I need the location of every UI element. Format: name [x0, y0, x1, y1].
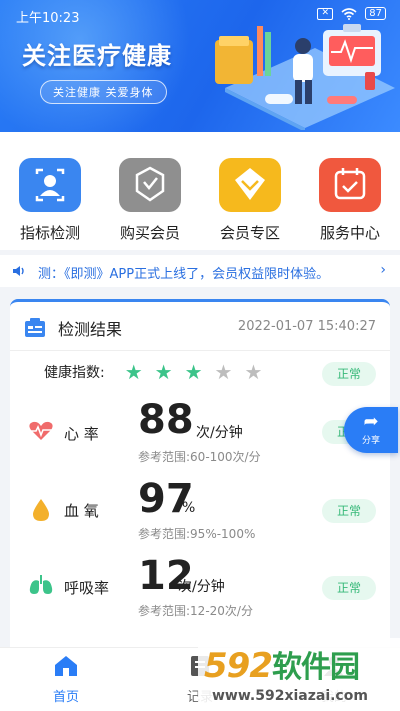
banner-title: 关注医疗健康: [22, 42, 172, 70]
quick-menu: 指标检测 购买会员 会员专区 服务中心: [0, 132, 400, 250]
menu-label: 会员专区: [219, 224, 280, 242]
card-header: 检测结果: [24, 316, 122, 340]
health-stars: ★ ★ ★ ★ ★: [125, 362, 263, 382]
status-badge: 正常: [322, 576, 376, 600]
menu-label: 指标检测: [19, 224, 80, 242]
report-icon: [25, 318, 45, 337]
menu-item-buy-membership[interactable]: 购买会员: [110, 158, 190, 243]
speaker-icon: [13, 266, 24, 276]
metric-label: 心 率: [64, 425, 99, 443]
diamond-icon: [219, 158, 281, 212]
chevron-right-icon: ›: [380, 262, 386, 278]
metric-label: 呼吸率: [64, 579, 110, 597]
share-icon: ➦: [363, 411, 379, 432]
watermark-url: www.592xiazai.com: [212, 688, 368, 704]
result-datetime: 2022-01-07 15:40:27: [237, 319, 376, 334]
banner-slogan: 关注健康 关爱身体: [40, 80, 167, 104]
star-icon: ★: [244, 360, 263, 384]
star-icon: ★: [214, 360, 233, 384]
heart-pulse-icon: [29, 421, 53, 440]
face-scan-icon: [19, 158, 81, 212]
divider: [10, 350, 390, 351]
metric-unit: 次/分钟: [196, 425, 243, 441]
metric-label: 血 氧: [64, 502, 99, 520]
share-label: 分享: [361, 436, 380, 446]
share-button[interactable]: ➦ 分享: [344, 407, 398, 453]
metric-reference: 参考范围:12-20次/分: [138, 604, 253, 618]
metric-reference: 参考范围:95%-100%: [138, 527, 256, 541]
results-card: 检测结果 2022-01-07 15:40:27 健康指数: ★ ★ ★ ★ ★ 正常 …: [10, 299, 390, 659]
menu-item-service-center[interactable]: 服务中心: [310, 158, 390, 243]
health-index-row: 健康指数: ★ ★ ★ ★ ★: [44, 362, 262, 382]
lungs-icon: [29, 575, 53, 594]
calendar-check-icon: [319, 158, 381, 212]
metric-unit: %: [182, 500, 196, 516]
metric-value: 88: [138, 397, 194, 443]
star-icon: ★: [154, 360, 173, 384]
menu-label: 服务中心: [319, 224, 380, 242]
health-index-label: 健康指数:: [44, 365, 105, 381]
drop-icon: [33, 499, 49, 521]
medical-illustration: [215, 24, 395, 130]
metric-reference: 参考范围:60-100次/分: [138, 450, 261, 464]
menu-item-indicator-test[interactable]: 指标检测: [10, 158, 90, 243]
header-banner: 上午10:23 ✕ 87 关注医疗健康 关注健康 关爱身体: [0, 0, 400, 132]
nav-home[interactable]: 首页: [26, 654, 106, 705]
menu-label: 购买会员: [119, 224, 180, 242]
home-icon: [55, 656, 77, 676]
watermark-logo: 592软件园: [204, 646, 360, 686]
badge-icon: [119, 158, 181, 212]
notice-bar[interactable]: 测：《即测》APP正式上线了，会员权益限时体验。 ›: [0, 255, 400, 287]
nav-label: 首页: [52, 690, 79, 705]
status-badge: 正常: [322, 362, 376, 386]
metric-unit: 次/分钟: [178, 579, 225, 595]
status-badge: 正常: [322, 499, 376, 523]
watermark: 592软件园 www.592xiazai.com: [198, 638, 400, 711]
star-icon: ★: [184, 360, 203, 384]
card-title: 检测结果: [58, 320, 123, 339]
notice-text: 测：《即测》APP正式上线了，会员权益限时体验。: [38, 267, 330, 282]
menu-item-member-zone[interactable]: 会员专区: [210, 158, 290, 243]
status-time: 上午10:23: [16, 11, 80, 26]
star-icon: ★: [124, 360, 143, 384]
